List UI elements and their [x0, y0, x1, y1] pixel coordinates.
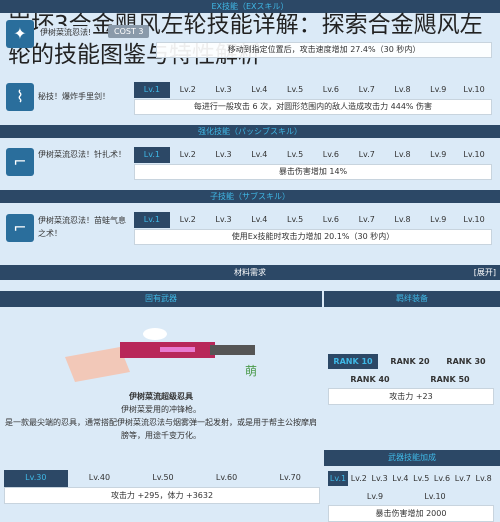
gear-stat: 攻击力 +23 [328, 388, 494, 405]
weapon-skill-header: 武器技能加成 [324, 450, 500, 466]
ex-skill-header: EX技能（EXスキル） [0, 0, 500, 13]
level-tab[interactable]: Lv.2 [170, 147, 206, 163]
level-tab[interactable]: Lv.2 [170, 82, 206, 98]
weapon-skill-level-tab[interactable]: Lv.5 [411, 471, 431, 486]
weapon-skill-stat: 暴击伤害增加 2000 [328, 505, 494, 522]
sub-skill-header: 子技能（サブスキル） [0, 190, 500, 203]
weapon-name: 伊树菜流超级忍具 [129, 392, 193, 401]
level-tab[interactable]: Lv.7 [349, 212, 385, 228]
weapon-stat: 攻击力 +295，体力 +3632 [4, 487, 320, 504]
level-tabs: Lv.1 Lv.2 Lv.3 Lv.4 Lv.5 Lv.6 Lv.7 Lv.8 Lv.9 Lv.1… [134, 82, 492, 98]
skill-icon: ⌇ [6, 83, 34, 111]
level-tab[interactable]: Lv.8 [385, 82, 421, 98]
level-tab[interactable]: Lv.6 [313, 147, 349, 163]
rank-tab[interactable]: RANK 50 [420, 372, 480, 387]
rank-tab[interactable]: RANK 20 [382, 354, 438, 369]
skill-desc: 使用Ex技能时攻击力增加 20.1%（30 秒内） [134, 229, 492, 245]
level-tab[interactable]: Lv.2 [170, 212, 206, 228]
level-tab[interactable]: Lv.10 [456, 82, 492, 98]
level-tab[interactable]: Lv.7 [349, 147, 385, 163]
weapon-level-tab[interactable]: Lv.30 [4, 470, 68, 487]
weapon-skill-level-tab[interactable]: Lv.10 [410, 489, 460, 504]
level-tab[interactable]: Lv.5 [277, 212, 313, 228]
level-tab[interactable]: Lv.5 [277, 147, 313, 163]
level-tab[interactable]: Lv.9 [420, 82, 456, 98]
weapon-skill-level-tab[interactable]: Lv.1 [328, 471, 348, 486]
weapon-skill-level-tab[interactable]: Lv.7 [453, 471, 473, 486]
skill-name: 伊树菜流忍法！苗蛙气息之术！ [38, 216, 126, 238]
weapon-info: 伊树菜流超级忍具 伊树菜爱用的冲锋枪。 是一款最尖端的忍具，通常搭配伊树菜流忍法… [0, 390, 322, 442]
level-tab[interactable]: Lv.1 [134, 212, 170, 228]
weapon-level-tabs: Lv.30 Lv.40 Lv.50 Lv.60 Lv.70 [4, 470, 322, 487]
rank-tab[interactable]: RANK 40 [340, 372, 400, 387]
level-tab[interactable]: Lv.10 [456, 147, 492, 163]
weapon-level-tab[interactable]: Lv.40 [68, 470, 132, 487]
page-title: 崩坏3合金飓风左轮技能详解：探索合金飓风左轮的技能图鉴与特性解析 [8, 12, 483, 68]
level-tab[interactable]: Lv.8 [385, 212, 421, 228]
materials-title: 材料需求 [234, 268, 266, 277]
level-tab[interactable]: Lv.4 [241, 147, 277, 163]
passive-skill-header: 强化技能（パッシブスキル） [0, 125, 500, 138]
level-tab[interactable]: Lv.6 [313, 212, 349, 228]
level-tab[interactable]: Lv.3 [206, 147, 242, 163]
materials-header: 材料需求 [展开] [0, 265, 500, 280]
level-tab[interactable]: Lv.3 [206, 82, 242, 98]
watermark-logo: 萌 [245, 364, 258, 378]
expand-button[interactable]: [展开] [474, 265, 496, 280]
level-tabs: Lv.1 Lv.2 Lv.3 Lv.4 Lv.5 Lv.6 Lv.7 Lv.8 Lv.9 Lv.1… [134, 212, 492, 228]
weapon-skill-level-tab[interactable]: Lv.4 [390, 471, 410, 486]
weapon-skill-level-tab[interactable]: Lv.3 [370, 471, 390, 486]
cost-badge: COST 3 [108, 25, 150, 38]
gear-header: 羁绊装备 [324, 291, 500, 307]
weapon-header: 固有武器 [0, 291, 322, 307]
weapon-image [65, 328, 255, 382]
level-tab[interactable]: Lv.3 [206, 212, 242, 228]
level-tab[interactable]: Lv.4 [241, 82, 277, 98]
rank-tab[interactable]: RANK 30 [438, 354, 494, 369]
level-tab[interactable]: Lv.1 [134, 82, 170, 98]
weapon-level-tab[interactable]: Lv.50 [131, 470, 195, 487]
weapon-skill-level-tab[interactable]: Lv.6 [432, 471, 452, 486]
weapon-skill-level-tab[interactable]: Lv.9 [350, 489, 400, 504]
level-tab[interactable]: Lv.1 [134, 147, 170, 163]
gun-icon: ⌐ [6, 214, 34, 242]
weapon-desc: 是一款最尖端的忍具，通常搭配伊树菜流忍法与烟雾弹一起发射，或是用于帮主公按摩肩膀… [5, 418, 317, 440]
skill-name: 秘技！爆炸手里剑！ [38, 92, 110, 101]
level-tab[interactable]: Lv.10 [456, 212, 492, 228]
skill-desc: 移动到指定位置后，攻击速度增加 27.4%（30 秒内） [156, 42, 492, 58]
weapon-skill-level-tab[interactable]: Lv.2 [349, 471, 369, 486]
level-tabs: Lv.1 Lv.2 Lv.3 Lv.4 Lv.5 Lv.6 Lv.7 Lv.8 Lv.9 Lv.1… [134, 147, 492, 163]
level-tab[interactable]: Lv.7 [349, 82, 385, 98]
level-tab[interactable]: Lv.9 [420, 212, 456, 228]
gun-icon: ⌐ [6, 148, 34, 176]
level-tab[interactable]: Lv.8 [385, 147, 421, 163]
level-tab[interactable]: Lv.4 [241, 212, 277, 228]
level-tab[interactable]: Lv.6 [313, 82, 349, 98]
skill-icon: ✦ [6, 20, 34, 48]
weapon-level-tab[interactable]: Lv.70 [258, 470, 322, 487]
skill-desc: 暴击伤害增加 14% [134, 164, 492, 180]
level-tab[interactable]: Lv.9 [420, 147, 456, 163]
skill-desc: 每进行一般攻击 6 次，对圆形范围内的敌人造成攻击力 444% 伤害 [134, 99, 492, 115]
level-tab[interactable]: Lv.5 [277, 82, 313, 98]
weapon-skill-level-tab[interactable]: Lv.8 [474, 471, 494, 486]
weapon-level-tab[interactable]: Lv.60 [195, 470, 259, 487]
skill-name: 伊树菜流忍法! [38, 26, 94, 39]
skill-name: 伊树菜流忍法！针扎术！ [38, 150, 126, 159]
weapon-desc: 伊树菜爱用的冲锋枪。 [121, 405, 201, 414]
rank-tab[interactable]: RANK 10 [328, 354, 378, 369]
